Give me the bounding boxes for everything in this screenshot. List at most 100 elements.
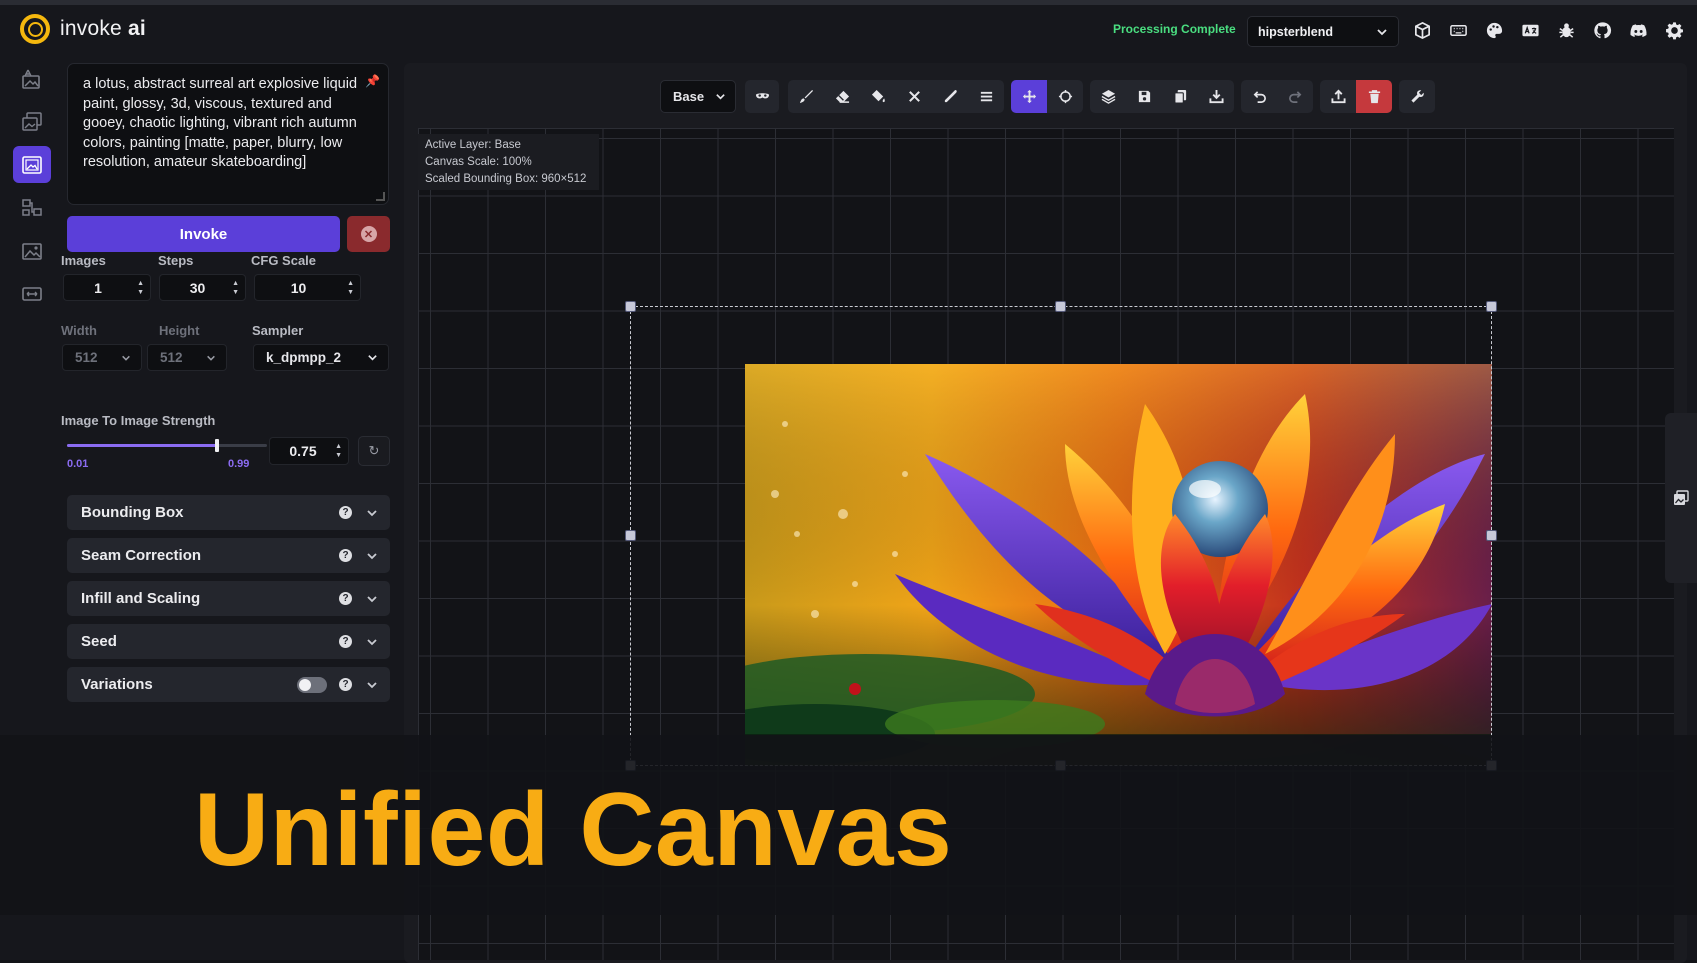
accordion-seam-correction[interactable]: Seam Correction? <box>67 538 390 573</box>
bbox-handle-top-left[interactable] <box>625 301 636 312</box>
variations-toggle[interactable] <box>297 676 327 693</box>
strength-slider-thumb[interactable] <box>215 439 219 452</box>
resize-handle-icon[interactable] <box>376 192 385 201</box>
undo-icon <box>1253 91 1266 103</box>
layer-select[interactable]: Base <box>660 80 736 113</box>
width-select[interactable]: 512 <box>62 344 142 371</box>
eraser-icon <box>835 90 849 103</box>
trash-icon <box>1368 90 1380 104</box>
pin-icon[interactable]: 📌 <box>365 72 380 92</box>
merge-layers-button[interactable] <box>1090 80 1126 113</box>
wrench-icon <box>1410 90 1424 103</box>
cancel-button[interactable]: ✕ <box>347 216 390 252</box>
keyboard-icon[interactable] <box>1446 18 1471 43</box>
eraser-button[interactable] <box>824 80 860 113</box>
stepper-arrows-icon[interactable]: ▲ ▼ <box>347 279 354 297</box>
reset-icon: ↻ <box>368 443 380 458</box>
model-select-value: hipsterblend <box>1258 24 1334 39</box>
help-icon[interactable]: ? <box>339 635 352 648</box>
mask-options-button[interactable] <box>745 80 779 113</box>
brush-icon <box>799 89 813 104</box>
cfg-scale-input[interactable]: 10 ▲ ▼ <box>254 274 361 301</box>
copy-icon <box>1173 89 1186 104</box>
brush-options-button[interactable] <box>968 80 1004 113</box>
nav-nodes[interactable] <box>13 189 51 226</box>
accordion-bounding-box[interactable]: Bounding Box? <box>67 495 390 530</box>
close-circle-icon: ✕ <box>360 226 377 242</box>
help-icon[interactable]: ? <box>339 592 352 605</box>
save-to-gallery-button[interactable] <box>1126 80 1162 113</box>
accordion-variations[interactable]: Variations? <box>67 667 390 702</box>
prompt-textarea[interactable]: a lotus, abstract surreal art explosive … <box>67 63 389 205</box>
bbox-handle-left[interactable] <box>625 530 636 541</box>
gallery-toggle-tab[interactable] <box>1665 413 1697 583</box>
bug-icon[interactable] <box>1554 18 1579 43</box>
image-to-image-icon <box>22 111 42 131</box>
move-tool-button[interactable] <box>1011 80 1047 113</box>
stepper-arrows-icon[interactable]: ▲ ▼ <box>335 442 342 460</box>
help-icon[interactable]: ? <box>339 506 352 519</box>
toolbar-settings-group <box>1399 80 1435 113</box>
upload-button[interactable] <box>1320 80 1356 113</box>
accordion-label: Seam Correction <box>81 547 202 564</box>
nav-image-to-image[interactable] <box>13 103 51 140</box>
cfg-scale-value: 10 <box>290 279 307 296</box>
move-icon <box>1022 89 1036 104</box>
bbox-handle-right[interactable] <box>1486 530 1497 541</box>
cube-icon[interactable] <box>1410 18 1435 43</box>
nav-training[interactable] <box>13 275 51 312</box>
accordion-infill-scaling[interactable]: Infill and Scaling? <box>67 581 390 616</box>
images-value: 1 <box>94 279 102 296</box>
github-icon[interactable] <box>1590 18 1615 43</box>
brush-button[interactable] <box>788 80 824 113</box>
fill-bucket-button[interactable] <box>860 80 896 113</box>
toolbar-mask-group <box>745 80 779 113</box>
logo-text: invoke ai <box>60 17 146 41</box>
invoke-logo-icon <box>20 14 50 44</box>
bbox-handle-top[interactable] <box>1055 301 1066 312</box>
accordion-seed[interactable]: Seed? <box>67 624 390 659</box>
logo-word-ai: ai <box>127 17 146 40</box>
status-text: Processing Complete <box>1113 22 1236 36</box>
copy-to-clipboard-button[interactable] <box>1162 80 1198 113</box>
palette-icon[interactable] <box>1482 18 1507 43</box>
undo-button[interactable] <box>1241 80 1277 113</box>
accordion-label: Variations <box>81 676 153 693</box>
help-icon[interactable]: ? <box>339 549 352 562</box>
stepper-arrows-icon[interactable]: ▲ ▼ <box>232 279 239 297</box>
translate-icon[interactable] <box>1518 18 1543 43</box>
redo-button[interactable] <box>1277 80 1313 113</box>
help-icon[interactable]: ? <box>339 678 352 691</box>
images-label: Images <box>61 253 106 268</box>
gallery-icon <box>1674 490 1689 505</box>
canvas-settings-button[interactable] <box>1399 80 1435 113</box>
nav-unified-canvas[interactable] <box>13 146 51 183</box>
stepper-arrows-icon[interactable]: ▲ ▼ <box>137 279 144 297</box>
strength-input[interactable]: 0.75 ▲ ▼ <box>269 437 349 465</box>
chevron-down-icon <box>207 355 215 361</box>
strength-value: 0.75 <box>289 443 317 459</box>
color-picker-button[interactable] <box>932 80 968 113</box>
model-select[interactable]: hipsterblend <box>1247 16 1399 47</box>
settings-gear-icon[interactable] <box>1662 18 1687 43</box>
chevron-down-icon <box>367 509 377 516</box>
clear-button[interactable] <box>896 80 932 113</box>
strength-slider[interactable] <box>67 439 267 452</box>
download-button[interactable] <box>1198 80 1234 113</box>
discord-icon[interactable] <box>1626 18 1651 43</box>
bounding-box[interactable] <box>630 306 1492 766</box>
nav-text-to-image[interactable] <box>13 60 51 97</box>
bbox-handle-top-right[interactable] <box>1486 301 1497 312</box>
invoke-button[interactable]: Invoke <box>67 216 340 252</box>
left-nav <box>13 60 53 312</box>
eyedropper-icon <box>944 89 957 103</box>
nav-postprocessing[interactable] <box>13 232 51 269</box>
height-select[interactable]: 512 <box>147 344 227 371</box>
images-input[interactable]: 1 ▲ ▼ <box>63 274 151 301</box>
steps-input[interactable]: 30 ▲ ▼ <box>159 274 246 301</box>
chevron-down-icon <box>122 355 130 361</box>
reset-strength-button[interactable]: ↻ <box>358 436 390 466</box>
clear-canvas-button[interactable] <box>1356 80 1392 113</box>
reset-view-button[interactable] <box>1047 80 1083 113</box>
sampler-select[interactable]: k_dpmpp_2 <box>253 344 389 371</box>
